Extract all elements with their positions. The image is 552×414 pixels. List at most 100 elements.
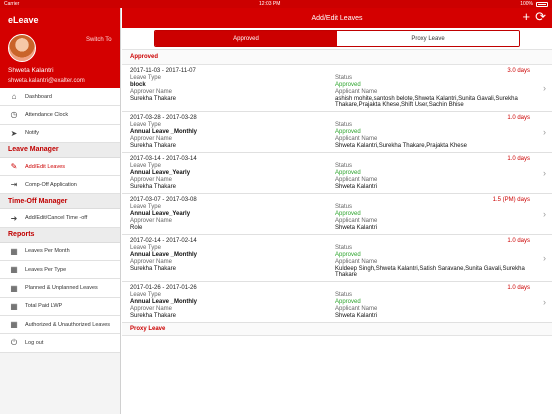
- leave-header: 2017-03-28 - 2017-03-28 1.0 days: [130, 115, 530, 121]
- leave-type-label: Leave Type: [130, 292, 161, 298]
- leave-list-item[interactable]: 2017-03-07 - 2017-03-08 1.5 (PM) days Leav…: [122, 194, 552, 235]
- leave-list-item[interactable]: 2017-11-03 - 2017-11-07 3.0 days Leave Typ…: [122, 65, 552, 112]
- status-bar: Carrier 12:03 PM 100%: [0, 0, 552, 8]
- leave-list-item[interactable]: 2017-02-14 - 2017-02-14 1.0 days Leave Typ…: [122, 235, 552, 282]
- sidebar-item-planned-unplanned[interactable]: ▦ Planned & Unplanned Leaves: [0, 279, 120, 298]
- sidebar-item-log-out[interactable]: ⏻ Log out: [0, 334, 120, 353]
- status-right: 100%: [520, 1, 548, 7]
- leave-dates: 2017-02-14 - 2017-02-14: [130, 238, 197, 244]
- leave-days: 3.0 days: [507, 68, 530, 74]
- tab-proxy-leave[interactable]: Proxy Leave: [337, 31, 519, 46]
- status-value: Approved: [335, 129, 361, 135]
- sidebar-header: eLeave Switch To Shweta Kalantri shweta.…: [0, 8, 120, 88]
- leave-dates: 2017-03-07 - 2017-03-08: [130, 197, 197, 203]
- status-value: Approved: [335, 82, 361, 88]
- sidebar-item-label: Total Paid LWP: [25, 303, 63, 310]
- top-bar: Add/Edit Leaves + ⟳: [122, 8, 552, 28]
- sidebar-item-add-edit-leaves[interactable]: ✎ Add/Edit Leaves: [0, 157, 120, 177]
- sidebar-item-leaves-per-type[interactable]: ▦ Leaves Per Type: [0, 261, 120, 280]
- compoff-icon: ⇥: [10, 180, 18, 190]
- leave-details: Leave Type Status Annual Leave _Monthly App…: [130, 122, 530, 149]
- avatar[interactable]: [8, 34, 36, 62]
- sidebar-item-label: Authorized & Unauthorized Leaves: [25, 321, 110, 328]
- approver-name-value: Surekha Thakare: [130, 184, 176, 190]
- app-title: eLeave: [8, 15, 39, 25]
- leave-days: 1.0 days: [507, 156, 530, 162]
- applicant-name-label: Applicant Name: [335, 89, 378, 95]
- chevron-right-icon: ›: [543, 83, 546, 93]
- power-icon: ⏻: [10, 337, 18, 347]
- approver-name-label: Approver Name: [130, 136, 173, 142]
- status-label: Status: [335, 292, 353, 298]
- switch-to-button[interactable]: Switch To: [86, 37, 112, 43]
- chevron-right-icon: ›: [543, 253, 546, 263]
- sidebar-item-notify[interactable]: ➤ Notify: [0, 124, 120, 143]
- approver-name-value: Surekha Thakare: [130, 143, 176, 149]
- leave-days: 1.0 days: [507, 285, 530, 291]
- sidebar-item-time-off[interactable]: ➜ Add/Edit/Cancel Time -off: [0, 209, 120, 228]
- sidebar-item-label: Attendance Clock: [25, 111, 69, 118]
- tab-approved[interactable]: Approved: [155, 31, 337, 46]
- leave-type-label: Leave Type: [130, 204, 161, 210]
- leave-list-item[interactable]: 2017-01-26 - 2017-01-26 1.0 days Leave Typ…: [122, 282, 552, 323]
- segment-bar: Approved Proxy Leave: [122, 28, 552, 50]
- leave-details: Leave Type Status Annual Leave _Monthly App…: [130, 292, 530, 319]
- approver-name-value: Surekha Thakare: [130, 313, 176, 319]
- edit-icon: ✎: [10, 162, 18, 172]
- leave-header: 2017-11-03 - 2017-11-07 3.0 days: [130, 68, 530, 74]
- calendar-icon: ▦: [10, 246, 18, 256]
- leave-details: Leave Type Status Annual Leave_Yearly Appro…: [130, 204, 530, 231]
- sidebar-item-attendance-clock[interactable]: ◷ Attendance Clock: [0, 106, 120, 125]
- battery-icon: [535, 1, 548, 7]
- section-leave-manager: Leave Manager: [0, 142, 120, 158]
- chevron-right-icon: ›: [543, 127, 546, 137]
- sidebar-item-dashboard[interactable]: ⌂ Dashboard: [0, 88, 120, 107]
- status-label: Status: [335, 245, 353, 251]
- leave-type-label: Leave Type: [130, 75, 161, 81]
- status-label: Status: [335, 204, 353, 210]
- approver-name-label: Approver Name: [130, 89, 173, 95]
- leave-list-item[interactable]: 2017-03-28 - 2017-03-28 1.0 days Leave Typ…: [122, 112, 552, 153]
- sidebar-item-total-paid-lwp[interactable]: ▦ Total Paid LWP: [0, 297, 120, 316]
- leave-dates: 2017-11-03 - 2017-11-07: [130, 68, 196, 74]
- user-name: Shweta Kalantri: [8, 67, 54, 74]
- leave-type-value: Annual Leave _Monthly: [130, 299, 198, 305]
- status-time: 12:03 PM: [259, 1, 281, 7]
- status-value: Approved: [335, 211, 361, 217]
- applicant-name-value: Shweta Kalantri: [335, 313, 378, 319]
- leave-list-item[interactable]: 2017-03-14 - 2017-03-14 1.0 days Leave Typ…: [122, 153, 552, 194]
- leave-days: 1.0 days: [507, 238, 530, 244]
- sidebar-item-label: Add/Edit/Cancel Time -off: [25, 215, 88, 222]
- applicant-name-value: Shweta Kalantri,Surekha Thakare,Prajakta…: [335, 143, 467, 149]
- applicant-name-label: Applicant Name: [335, 306, 378, 312]
- status-label: Status: [335, 163, 353, 169]
- leave-header: 2017-03-07 - 2017-03-08 1.5 (PM) days: [130, 197, 530, 203]
- leave-days: 1.5 (PM) days: [492, 197, 530, 203]
- applicant-name-value: Shweta Kalantri: [335, 184, 378, 190]
- sidebar-item-leaves-per-month[interactable]: ▦ Leaves Per Month: [0, 242, 120, 262]
- applicant-name-value: Kuldeep Singh,Shweta Kalantri,Satish Sar…: [335, 266, 525, 278]
- calendar-icon: ▦: [10, 320, 18, 330]
- leave-header: 2017-03-14 - 2017-03-14 1.0 days: [130, 156, 530, 162]
- leave-days: 1.0 days: [507, 115, 530, 121]
- applicant-name-value: Shweta Kalantri: [335, 225, 378, 231]
- leave-header: 2017-01-26 - 2017-01-26 1.0 days: [130, 285, 530, 291]
- sidebar-item-comp-off[interactable]: ⇥ Comp-Off Application: [0, 176, 120, 195]
- calendar-icon: ▦: [10, 283, 18, 293]
- status-label: Status: [335, 75, 353, 81]
- approver-name-label: Approver Name: [130, 306, 173, 312]
- sidebar-item-label: Leaves Per Type: [25, 266, 67, 273]
- approver-name-value: Role: [130, 225, 143, 231]
- sidebar-item-authorized-unauthorized[interactable]: ▦ Authorized & Unauthorized Leaves: [0, 315, 120, 335]
- applicant-name-label: Applicant Name: [335, 136, 378, 142]
- leave-list: 2017-11-03 - 2017-11-07 3.0 days Leave Typ…: [122, 65, 552, 323]
- segmented-control: Approved Proxy Leave: [154, 30, 520, 47]
- status-label: Status: [335, 122, 353, 128]
- leave-type-value: Annual Leave _Monthly: [130, 252, 198, 258]
- add-icon[interactable]: +: [523, 10, 531, 24]
- sidebar: eLeave Switch To Shweta Kalantri shweta.…: [0, 8, 121, 414]
- user-email: shweta.kalantri@exalter.com: [8, 78, 85, 84]
- refresh-icon[interactable]: ⟳: [535, 10, 546, 24]
- main-content: Add/Edit Leaves + ⟳ Approved Proxy Leave…: [122, 8, 552, 414]
- chevron-right-icon: ›: [543, 297, 546, 307]
